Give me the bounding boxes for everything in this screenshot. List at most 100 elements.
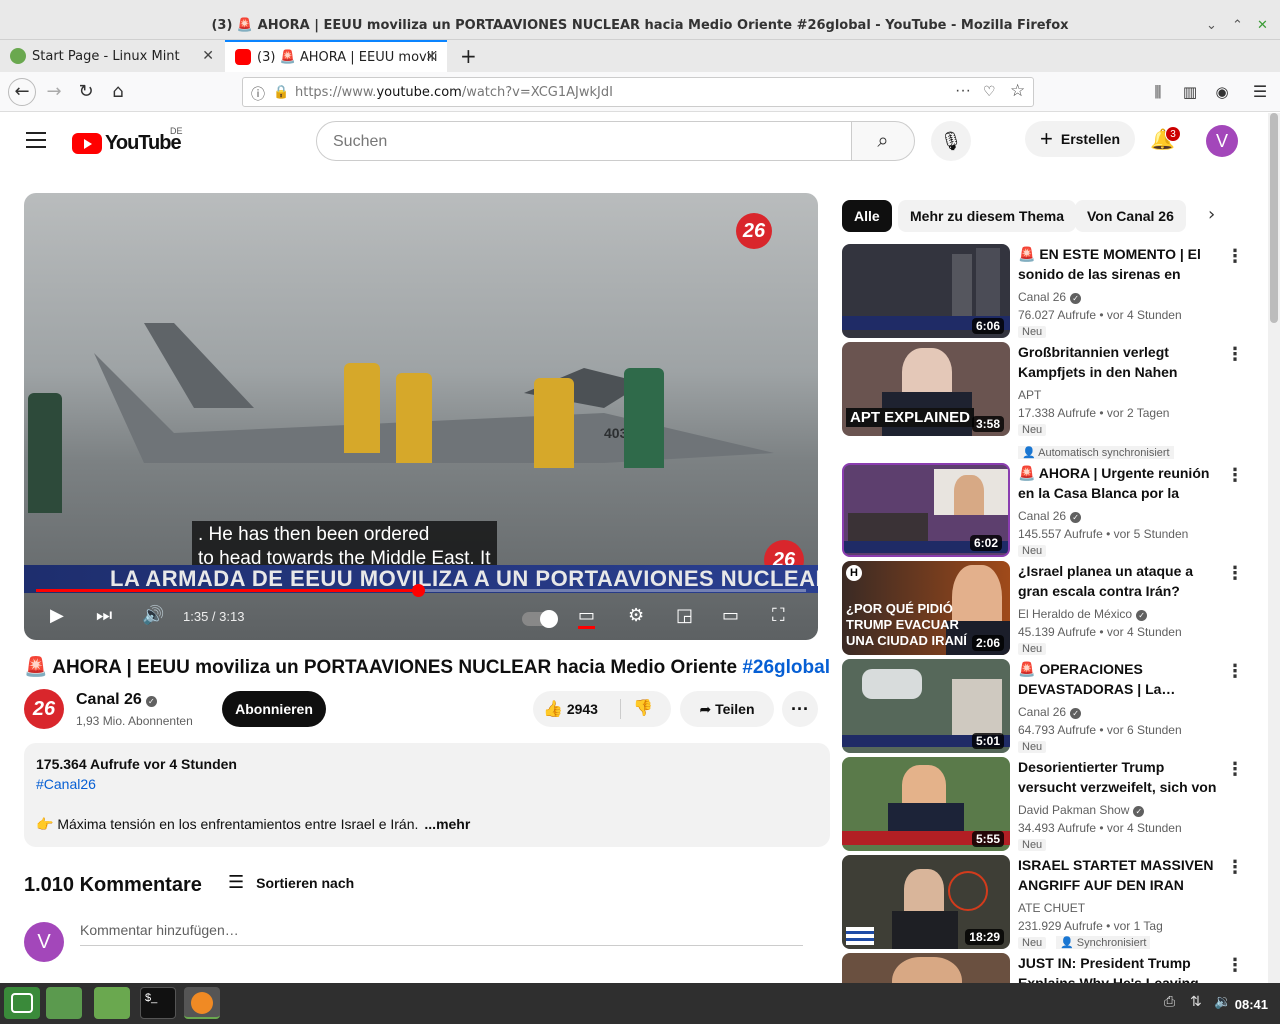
bookmark-star-icon[interactable]: ☆	[1010, 81, 1025, 101]
menu-icon[interactable]: ☰	[1248, 80, 1272, 104]
close-tab-icon[interactable]: ✕	[425, 49, 437, 65]
search-input[interactable]: Suchen	[316, 121, 852, 161]
close-window-icon[interactable]: ✕	[1257, 18, 1268, 33]
pocket-icon[interactable]: ♡	[983, 83, 996, 100]
comment-count: 1.010 Kommentare	[24, 874, 202, 896]
url-bar[interactable]: ⓘ 🔒 https://www.youtube.com/watch?v=XCG1…	[242, 77, 1034, 107]
dislike-button[interactable]: 👎	[633, 691, 653, 727]
search-placeholder: Suchen	[333, 133, 388, 150]
more-vert-icon[interactable]: ⋮	[1226, 563, 1244, 584]
minimize-icon[interactable]: ⌄	[1206, 18, 1217, 33]
back-button[interactable]: ←	[8, 78, 36, 106]
forward-button[interactable]: →	[42, 80, 66, 104]
printer-icon[interactable]: ⎙	[1164, 994, 1175, 1010]
user-avatar[interactable]: V	[1206, 125, 1238, 157]
play-icon[interactable]: ▶	[50, 605, 64, 626]
recommended-video[interactable]: 6:06 🚨 EN ESTE MOMENTO | El sonido de la…	[842, 244, 1244, 340]
mint-menu-icon[interactable]	[4, 987, 40, 1019]
network-icon[interactable]: ⇅	[1190, 994, 1202, 1010]
video-thumbnail[interactable]: 5:01	[842, 659, 1010, 753]
channel-name[interactable]: Canal 26 ✓	[76, 691, 157, 709]
terminal-icon[interactable]: $_	[140, 987, 176, 1019]
clock[interactable]: 08:41	[1235, 997, 1268, 1012]
recommended-video[interactable]: 5:55 Desorientierter Trump versucht verz…	[842, 757, 1244, 853]
volume-icon[interactable]: 🔊	[142, 605, 164, 626]
progress-scrubber[interactable]	[411, 584, 425, 597]
youtube-logo[interactable]: YouTube DE	[72, 126, 183, 155]
page-actions-icon[interactable]: ···	[955, 82, 971, 100]
home-button[interactable]: ⌂	[106, 80, 130, 104]
info-icon[interactable]: ⓘ	[251, 84, 265, 104]
comment-user-avatar: V	[24, 922, 64, 962]
sort-comments-button[interactable]: ☰ Sortieren nach	[228, 872, 354, 893]
channel-avatar[interactable]: 26	[24, 689, 64, 729]
reload-button[interactable]: ↻	[74, 80, 98, 104]
new-tab-button[interactable]: +	[450, 40, 480, 72]
recommended-video[interactable]: 6:02 🚨 AHORA | Urgente reunión en la Cas…	[842, 463, 1244, 559]
recommended-video[interactable]: ¿POR QUÉ PIDIÓ TRUMP EVACUAR UNA CIUDAD …	[842, 561, 1244, 657]
video-title-hashtag[interactable]: #26global	[742, 657, 830, 678]
sidebar-icon[interactable]: ▥	[1178, 80, 1202, 104]
subscribe-button[interactable]: Abonnieren	[222, 691, 326, 727]
account-icon[interactable]: ◉	[1210, 80, 1234, 104]
more-vert-icon[interactable]: ⋮	[1226, 857, 1244, 878]
close-tab-icon[interactable]: ✕	[202, 48, 214, 64]
create-button[interactable]: + Erstellen	[1025, 121, 1135, 157]
video-player[interactable]: 403 26 26 . He has then been ordered to …	[24, 193, 818, 640]
miniplayer-icon[interactable]: ◲	[676, 605, 693, 626]
more-vert-icon[interactable]: ⋮	[1226, 955, 1242, 976]
video-thumbnail[interactable]: ¿POR QUÉ PIDIÓ TRUMP EVACUAR UNA CIUDAD …	[842, 561, 1010, 655]
video-thumbnail[interactable]: 6:06	[842, 244, 1010, 338]
video-thumbnail[interactable]: APT EXPLAINED 3:58	[842, 342, 1010, 436]
show-more-link[interactable]: ...mehr	[424, 816, 470, 832]
video-thumbnail[interactable]	[842, 953, 1010, 983]
comment-input[interactable]: Kommentar hinzufügen…	[80, 922, 803, 946]
progress-bar[interactable]	[36, 584, 806, 597]
lock-icon[interactable]: 🔒	[273, 84, 289, 100]
tab-youtube[interactable]: (3) 🚨 AHORA | EEUU movili ✕	[225, 40, 447, 72]
more-vert-icon[interactable]: ⋮	[1226, 759, 1244, 780]
chevron-right-icon[interactable]: ›	[1208, 204, 1215, 225]
file-manager-icon[interactable]	[94, 987, 130, 1019]
maximize-icon[interactable]: ⌃	[1232, 18, 1243, 33]
tab-label: (3) 🚨 AHORA | EEUU movili	[257, 49, 438, 65]
more-actions-button[interactable]: ···	[782, 691, 818, 727]
recommended-video[interactable]: JUST IN: President Trump Explains Why He…	[842, 953, 1242, 983]
recommended-video[interactable]: APT EXPLAINED 3:58 Großbritannien verleg…	[842, 342, 1244, 438]
video-thumbnail[interactable]: 18:29	[842, 855, 1010, 949]
scrollbar-thumb[interactable]	[1270, 113, 1278, 323]
search-button[interactable]: ⌕	[851, 121, 915, 161]
settings-gear-icon[interactable]: ⚙	[628, 605, 644, 626]
person-icon: 👤	[1022, 447, 1036, 459]
description-hashtag[interactable]: #Canal26	[36, 776, 96, 792]
share-button[interactable]: ➦ Teilen	[680, 691, 774, 727]
description-box[interactable]: 175.364 Aufrufe vor 4 Stunden #Canal26 👉…	[24, 743, 830, 847]
video-thumbnail[interactable]: 6:02	[842, 463, 1010, 557]
theater-mode-icon[interactable]: ▭	[722, 605, 739, 626]
more-vert-icon[interactable]: ⋮	[1226, 661, 1244, 682]
voice-search-button[interactable]: 🎙	[931, 121, 971, 161]
chip-from-channel[interactable]: Von Canal 26	[1075, 200, 1186, 232]
firefox-taskbar-icon[interactable]	[184, 987, 220, 1019]
page-scrollbar[interactable]	[1268, 113, 1280, 983]
fullscreen-icon[interactable]: ⛶	[772, 605, 785, 626]
recommended-video[interactable]: 18:29 ISRAEL STARTET MASSIVEN ANGRIFF AU…	[842, 855, 1244, 951]
next-icon[interactable]: ⏭	[96, 605, 112, 626]
chip-related-topic[interactable]: Mehr zu diesem Thema	[898, 200, 1077, 232]
like-button[interactable]: 👍 2943	[543, 691, 598, 728]
more-vert-icon[interactable]: ⋮	[1226, 465, 1244, 486]
library-icon[interactable]: ⫼	[1146, 80, 1170, 104]
subtitles-icon[interactable]: ▭	[578, 605, 596, 629]
hamburger-menu-icon[interactable]	[26, 132, 46, 148]
more-vert-icon[interactable]: ⋮	[1226, 246, 1244, 267]
tab-bar: Start Page - Linux Mint ✕ (3) 🚨 AHORA | …	[0, 40, 1280, 72]
chip-all[interactable]: Alle	[842, 200, 892, 232]
show-desktop-icon[interactable]	[46, 987, 82, 1019]
recommended-video[interactable]: 5:01 🚨 OPERACIONES DEVASTADORAS | La… Ca…	[842, 659, 1244, 755]
more-vert-icon[interactable]: ⋮	[1226, 344, 1244, 365]
tab-start-page[interactable]: Start Page - Linux Mint ✕	[0, 40, 224, 72]
video-thumbnail[interactable]: 5:55	[842, 757, 1010, 851]
thumbs-down-icon: 👎	[633, 700, 653, 717]
autoplay-toggle[interactable]	[522, 610, 558, 628]
volume-tray-icon[interactable]: 🔉	[1214, 994, 1231, 1010]
